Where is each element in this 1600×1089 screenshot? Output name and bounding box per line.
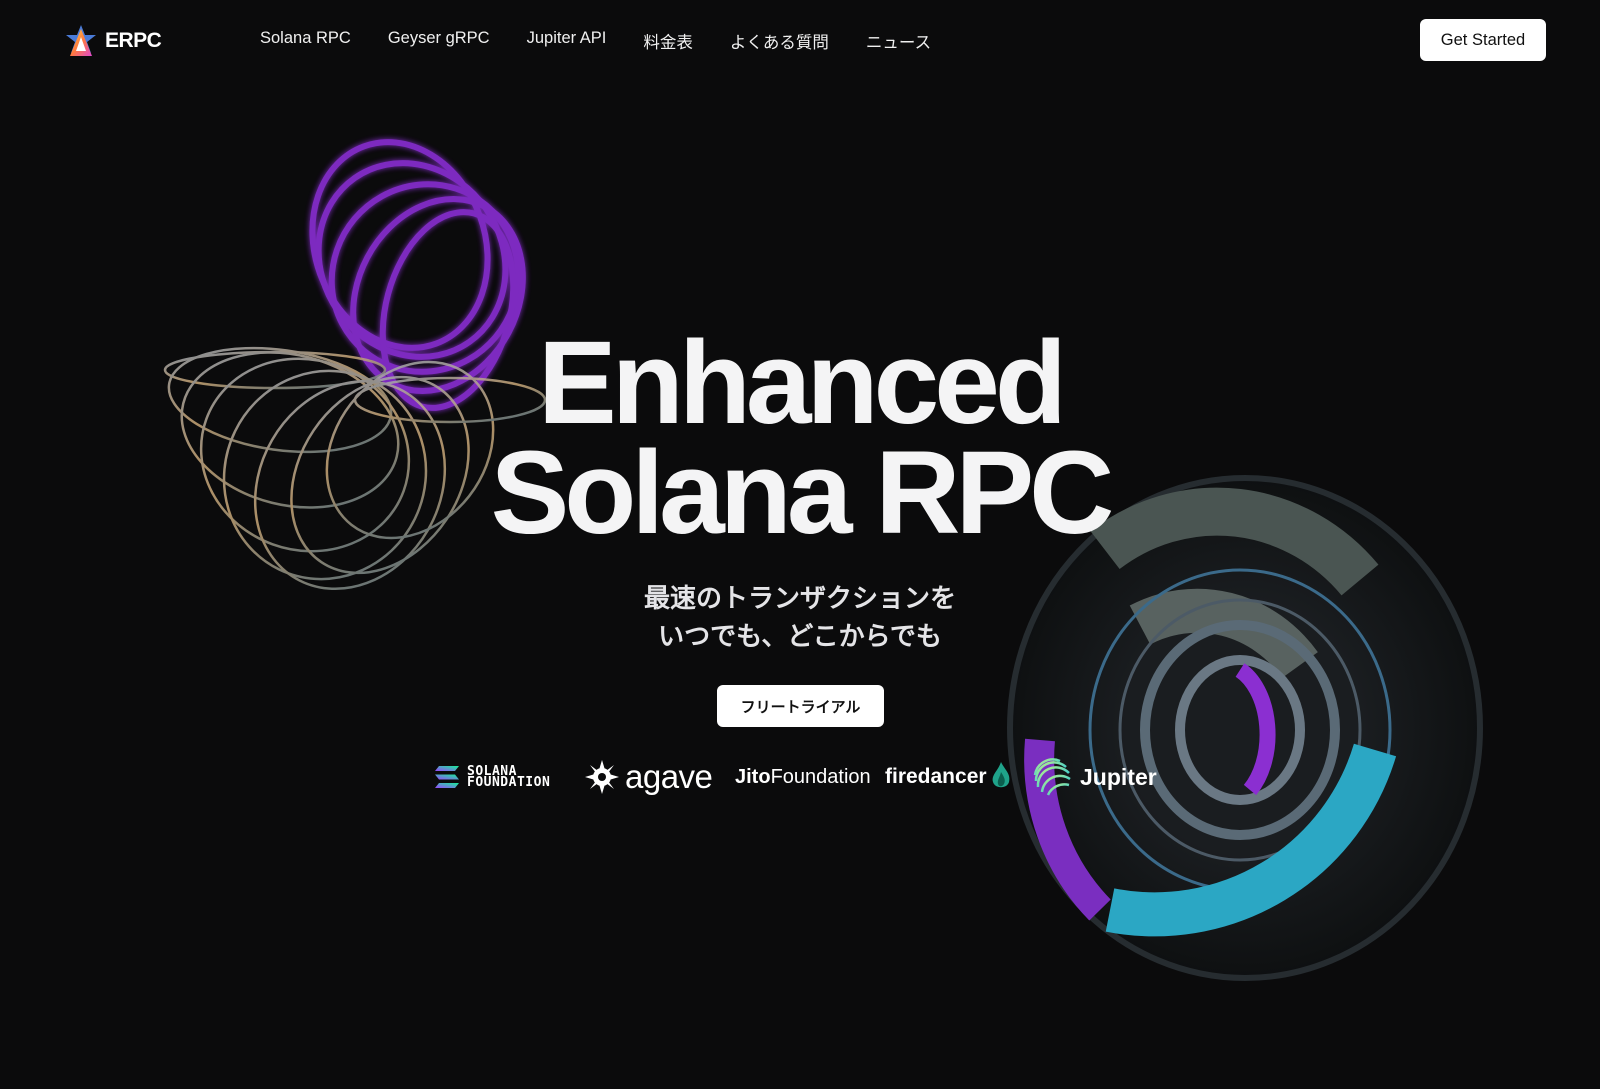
- hero-subtitle: 最速のトランザクションを いつでも、どこからでも: [0, 580, 1600, 656]
- flame-icon: [992, 762, 1009, 788]
- brand-logo[interactable]: ERPC: [63, 22, 162, 60]
- jito-foundation-logo: Jito Foundation: [735, 755, 871, 799]
- hero-title-line-1: Enhanced: [538, 317, 1067, 449]
- agave-flower-icon: [585, 760, 619, 794]
- primary-nav: Solana RPC Geyser gRPC Jupiter API 料金表 よ…: [260, 29, 931, 53]
- hero-title-line-2: Solana RPC: [490, 427, 1115, 559]
- nav-link-faq[interactable]: よくある質問: [730, 29, 829, 53]
- firedancer-logo: firedancer: [885, 755, 1011, 799]
- jupiter-icon: [1033, 758, 1071, 796]
- top-nav: ERPC Solana RPC Geyser gRPC Jupiter API …: [0, 0, 1600, 80]
- agave-logo: agave: [585, 755, 713, 799]
- agave-name: agave: [625, 758, 713, 795]
- nav-link-news[interactable]: ニュース: [866, 29, 931, 53]
- solana-icon: [435, 766, 459, 788]
- get-started-button[interactable]: Get Started: [1420, 19, 1546, 61]
- free-trial-button[interactable]: フリートライアル: [717, 685, 884, 727]
- jupiter-logo: Jupiter: [1032, 755, 1157, 799]
- hero-subtitle-line-1: 最速のトランザクションを: [643, 584, 956, 614]
- erpc-logo-icon: [66, 25, 96, 56]
- nav-link-solana-rpc[interactable]: Solana RPC: [260, 29, 351, 53]
- partner-logos: SOLANA FOUNDATION agave Jito Foundation: [435, 755, 1165, 799]
- nav-link-jupiter-api[interactable]: Jupiter API: [527, 29, 607, 53]
- jito-name: Jito: [735, 765, 771, 788]
- solana-foundation-logo: SOLANA FOUNDATION: [435, 755, 550, 799]
- hero-title: Enhanced Solana RPC: [0, 317, 1600, 559]
- hero-subtitle-line-2: いつでも、どこからでも: [658, 622, 942, 652]
- jupiter-name: Jupiter: [1080, 763, 1157, 790]
- firedancer-name: firedancer: [885, 765, 987, 788]
- solana-foundation-line-2: FOUNDATION: [467, 775, 551, 790]
- brand-name: ERPC: [105, 29, 162, 52]
- jito-foundation-name: Foundation: [770, 765, 871, 788]
- nav-link-geyser-grpc[interactable]: Geyser gRPC: [388, 29, 490, 53]
- nav-link-pricing[interactable]: 料金表: [643, 29, 693, 53]
